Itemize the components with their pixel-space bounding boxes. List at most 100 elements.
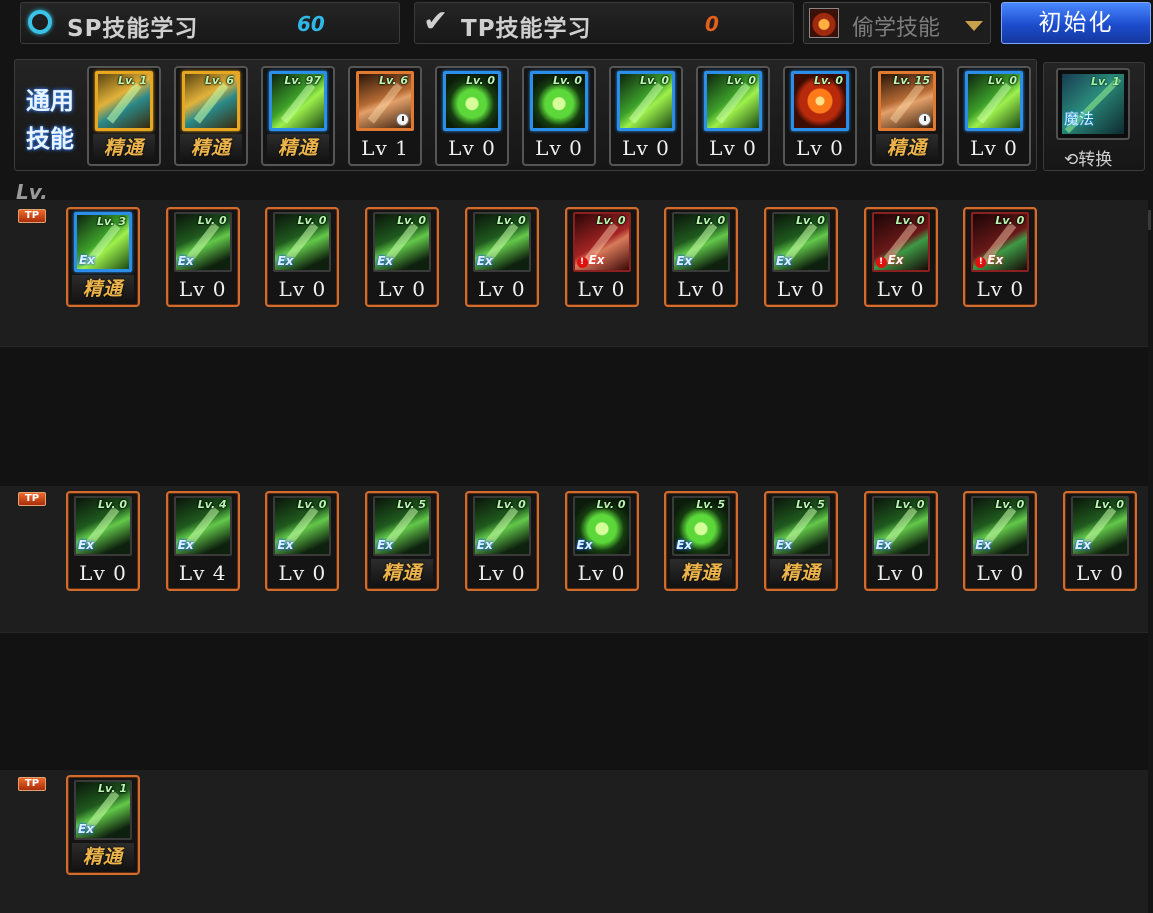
skill-card[interactable]: Lv. 5 Ex 精通 xyxy=(664,491,739,591)
skill-icon[interactable]: Lv. 15 xyxy=(878,71,936,131)
tp-skill-panel[interactable]: ✔ TP技能学习 0 xyxy=(414,2,794,44)
skill-icon[interactable]: Lv. 3 Ex xyxy=(74,212,132,272)
chevron-down-icon[interactable] xyxy=(965,21,983,31)
skill-icon[interactable]: Lv. 6 xyxy=(356,71,414,131)
skill-card[interactable]: Lv. 0 Lv 0 xyxy=(609,66,683,166)
skill-card[interactable]: Lv. 0 Lv 0 xyxy=(783,66,857,166)
skill-icon[interactable]: Lv. 0 xyxy=(530,71,588,131)
skill-icon[interactable]: Lv. 0 Ex xyxy=(74,496,132,556)
sp-points-value: 60 xyxy=(297,12,325,36)
skill-icon[interactable]: Lv. 1 xyxy=(95,71,153,131)
skill-card[interactable]: Lv. 0 Ex Lv 0 xyxy=(963,207,1038,307)
skill-icon[interactable]: Lv. 0 Ex xyxy=(672,212,731,272)
mastery-label: 精通 xyxy=(72,275,134,303)
skill-card[interactable]: Lv. 0 Ex Lv 0 xyxy=(564,491,639,591)
skill-card[interactable]: Lv. 5 Ex 精通 xyxy=(763,491,838,591)
steal-skill-icon xyxy=(809,8,839,38)
switch-label: 转换 xyxy=(1078,150,1113,170)
skill-icon[interactable]: Lv. 6 xyxy=(182,71,240,131)
skill-icon[interactable]: Lv. 0 xyxy=(791,71,849,131)
skill-card[interactable]: Lv. 1 精通 xyxy=(87,66,161,166)
skill-icon[interactable]: Lv. 0 xyxy=(965,71,1023,131)
skill-level-badge: Lv. 0 xyxy=(596,214,626,227)
mastery-label: 精通 xyxy=(769,559,832,587)
magic-label: 魔法 xyxy=(1064,110,1095,128)
ex-icon: Ex xyxy=(177,254,194,268)
magic-switch-icon[interactable]: Lv. 1 魔法 xyxy=(1056,68,1130,140)
skill-icon[interactable]: Lv. 0 Ex xyxy=(472,496,531,556)
skill-level-label: Lv 0 xyxy=(796,136,844,160)
reset-button[interactable]: 初始化 xyxy=(1001,2,1151,44)
skill-level-label: Lv 0 xyxy=(535,136,583,160)
skill-level-label: Lv 1 xyxy=(361,136,409,160)
skill-card[interactable]: Lv. 0 Ex Lv 0 xyxy=(863,491,938,591)
skill-icon[interactable]: Lv. 5 Ex xyxy=(373,496,432,556)
skill-card[interactable]: Lv. 97 精通 xyxy=(261,66,335,166)
skill-icon[interactable]: Lv. 5 Ex xyxy=(672,496,731,556)
skill-level-label: Lv 0 xyxy=(677,277,726,301)
skill-level-badge: Lv. 0 xyxy=(466,74,495,87)
skill-card[interactable]: Lv. 4 Ex Lv 4 xyxy=(165,491,240,591)
skill-icon[interactable]: Lv. 0 Ex xyxy=(572,496,631,556)
skill-card[interactable]: Lv. 0 Ex Lv 0 xyxy=(66,491,140,591)
skill-card[interactable]: Lv. 1 Ex 精通 xyxy=(66,775,140,875)
ex-icon: Ex xyxy=(277,254,294,268)
skill-icon[interactable]: Lv. 0 Ex xyxy=(1071,496,1129,556)
skill-card[interactable]: Lv. 0 Lv 0 xyxy=(696,66,770,166)
ex-warning-icon: Ex xyxy=(975,253,1003,268)
clock-icon xyxy=(918,113,931,126)
skill-card[interactable]: Lv. 0 Ex Lv 0 xyxy=(265,491,340,591)
skill-card[interactable]: Lv. 0 Ex Lv 0 xyxy=(863,207,938,307)
skill-card[interactable]: Lv. 0 Lv 0 xyxy=(957,66,1031,166)
skill-card[interactable]: Lv. 0 Ex Lv 0 xyxy=(963,491,1038,591)
skill-icon[interactable]: Lv. 0 xyxy=(617,71,675,131)
skill-level-badge: Lv. 0 xyxy=(640,74,669,87)
skill-icon[interactable]: Lv. 0 Ex xyxy=(771,212,830,272)
skill-icon[interactable]: Lv. 0 Ex xyxy=(971,212,1030,272)
skill-card[interactable]: Lv. 5 Ex 精通 xyxy=(365,491,440,591)
skill-card[interactable]: Lv. 0 Ex Lv 0 xyxy=(464,207,539,307)
skill-icon[interactable]: Lv. 0 Ex xyxy=(871,496,930,556)
skill-card[interactable]: Lv. 0 Lv 0 xyxy=(435,66,509,166)
skill-card[interactable]: Lv. 0 Lv 0 xyxy=(522,66,596,166)
steal-skill-dropdown[interactable]: 偷学技能 xyxy=(803,2,991,44)
skill-icon[interactable]: Lv. 0 Ex xyxy=(273,496,332,556)
skill-level-label: Lv 0 xyxy=(448,136,496,160)
skill-icon[interactable]: Lv. 0 xyxy=(704,71,762,131)
skill-icon[interactable]: Lv. 0 Ex xyxy=(173,212,232,272)
skill-card[interactable]: Lv. 6 Lv 1 xyxy=(348,66,422,166)
skill-level-label: Lv 0 xyxy=(278,277,327,301)
skill-card[interactable]: Lv. 0 Ex Lv 0 xyxy=(763,207,838,307)
skill-icon[interactable]: Lv. 0 Ex xyxy=(273,212,332,272)
skill-card[interactable]: Lv. 6 精通 xyxy=(174,66,248,166)
skill-icon[interactable]: Lv. 0 Ex xyxy=(373,212,432,272)
skill-row-gap xyxy=(0,632,1148,770)
skill-card[interactable]: Lv. 0 Ex Lv 0 xyxy=(165,207,240,307)
skill-icon[interactable]: Lv. 4 Ex xyxy=(173,496,232,556)
skill-icon[interactable]: Lv. 0 Ex xyxy=(871,212,930,272)
skill-icon[interactable]: Lv. 0 Ex xyxy=(472,212,531,272)
skill-card[interactable]: Lv. 0 Ex Lv 0 xyxy=(664,207,739,307)
switch-skill-panel[interactable]: Lv. 1 魔法 ⟲转换 xyxy=(1043,62,1145,171)
skill-icon[interactable]: Lv. 97 xyxy=(269,71,327,131)
skill-card[interactable]: Lv. 3 Ex 精通 xyxy=(66,207,140,307)
skill-level-badge: Lv. 0 xyxy=(496,498,526,511)
skill-icon[interactable]: Lv. 1 Ex xyxy=(74,780,132,840)
skill-card[interactable]: Lv. 0 Ex Lv 0 xyxy=(265,207,340,307)
switch-button[interactable]: ⟲转换 xyxy=(1064,145,1112,170)
skill-level-badge: Lv. 0 xyxy=(496,214,526,227)
skill-card[interactable]: Lv. 15 精通 xyxy=(870,66,944,166)
skill-card[interactable]: Lv. 0 Ex Lv 0 xyxy=(1063,491,1137,591)
sp-skill-panel[interactable]: SP技能学习 60 xyxy=(20,2,400,44)
sp-ring-icon xyxy=(28,10,52,34)
skill-card[interactable]: Lv. 0 Ex Lv 0 xyxy=(564,207,639,307)
skill-icon[interactable]: Lv. 0 Ex xyxy=(572,212,631,272)
skill-icon[interactable]: Lv. 0 Ex xyxy=(971,496,1030,556)
skill-card[interactable]: Lv. 0 Ex Lv 0 xyxy=(464,491,539,591)
skill-icon[interactable]: Lv. 0 xyxy=(443,71,501,131)
skill-level-label: Lv 0 xyxy=(477,561,526,585)
skill-icon[interactable]: Lv. 5 Ex xyxy=(771,496,830,556)
skill-level-badge: Lv. 0 xyxy=(596,498,626,511)
skill-card[interactable]: Lv. 0 Ex Lv 0 xyxy=(365,207,440,307)
skill-level-badge: Lv. 3 xyxy=(97,215,126,228)
